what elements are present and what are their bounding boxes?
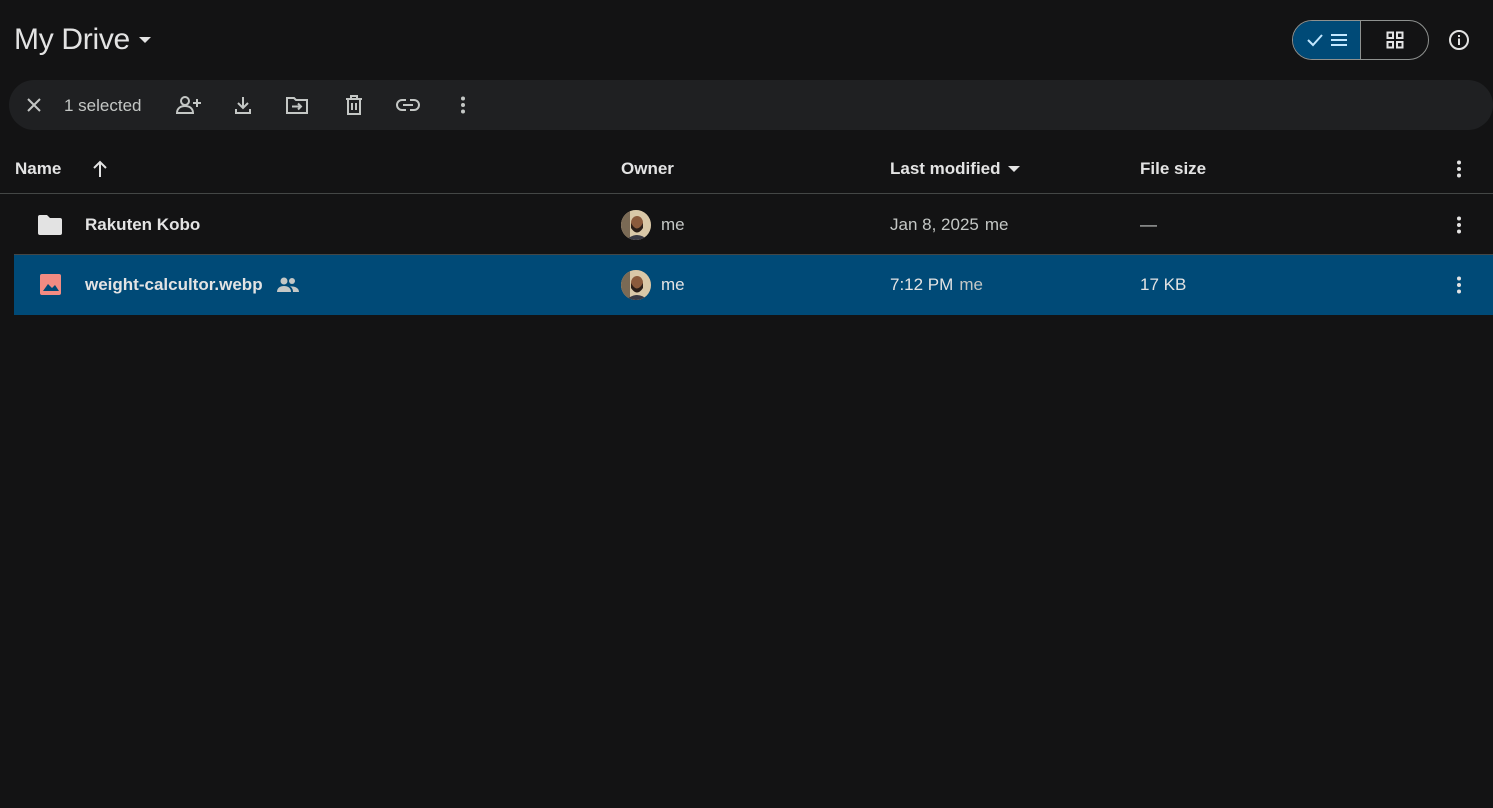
copy-link-button[interactable] xyxy=(392,89,424,121)
check-icon xyxy=(1306,34,1323,47)
sort-direction-button[interactable] xyxy=(86,155,114,183)
avatar xyxy=(621,270,651,300)
column-owner[interactable]: Owner xyxy=(621,159,674,179)
arrow-drop-down-icon xyxy=(138,37,151,43)
row-more-actions-button[interactable] xyxy=(1445,271,1473,299)
image-icon xyxy=(40,274,61,295)
file-name: Rakuten Kobo xyxy=(85,215,201,234)
share-button[interactable] xyxy=(173,89,205,121)
trash-icon xyxy=(346,95,362,115)
grid-view-button[interactable] xyxy=(1361,21,1428,59)
last-modified: Jan 8, 2025 me xyxy=(890,215,1008,235)
table-row[interactable]: Rakuten Kobo me Jan 8, 2025 me — xyxy=(14,195,1493,255)
list-view-icon xyxy=(1330,34,1347,46)
file-name: weight-calcultor.webp xyxy=(85,275,263,294)
owner-name: me xyxy=(661,215,685,234)
more-vert-icon xyxy=(461,96,465,114)
owner-name: me xyxy=(661,275,685,294)
avatar xyxy=(621,210,651,240)
last-modified: 7:12 PM me xyxy=(890,275,983,295)
column-options-button[interactable] xyxy=(1445,155,1473,183)
more-actions-button[interactable] xyxy=(447,89,479,121)
shared-people-icon xyxy=(277,277,299,292)
file-size: 17 KB xyxy=(1140,275,1187,294)
modified-by: me xyxy=(959,275,983,294)
modified-date: 7:12 PM xyxy=(890,275,954,294)
table-row[interactable]: weight-calcultor.webp me 7:12 PM me 17 KB xyxy=(14,255,1493,315)
move-button[interactable] xyxy=(281,89,313,121)
clear-selection-button[interactable] xyxy=(18,89,50,121)
arrow-up-icon xyxy=(93,160,107,177)
page-title: My Drive xyxy=(14,23,130,56)
more-vert-icon xyxy=(1457,276,1461,294)
last-modified-dropdown[interactable] xyxy=(1000,155,1028,183)
selection-count: 1 selected xyxy=(64,96,142,115)
modified-by: me xyxy=(984,215,1009,234)
folder-icon xyxy=(38,215,62,235)
move-to-folder-icon xyxy=(286,97,308,114)
person-add-icon xyxy=(176,96,201,114)
list-view-button[interactable] xyxy=(1293,21,1361,59)
selection-toolbar: 1 selected xyxy=(9,80,1493,130)
my-drive-dropdown[interactable]: My Drive xyxy=(14,20,152,60)
modified-date: Jan 8, 2025 xyxy=(890,215,979,234)
download-button[interactable] xyxy=(227,89,259,121)
top-bar: My Drive xyxy=(0,0,1493,80)
info-button[interactable] xyxy=(1441,22,1477,58)
more-vert-icon xyxy=(1457,160,1461,178)
file-size: — xyxy=(1140,215,1157,234)
column-file-size[interactable]: File size xyxy=(1140,159,1206,179)
link-icon xyxy=(396,99,420,111)
grid-view-icon xyxy=(1386,31,1403,49)
table-header: Name Owner Last modified File size xyxy=(0,145,1493,194)
info-icon xyxy=(1449,30,1469,50)
more-vert-icon xyxy=(1457,216,1461,234)
arrow-drop-down-icon xyxy=(1008,165,1020,172)
column-name[interactable]: Name xyxy=(15,159,61,179)
column-last-modified[interactable]: Last modified xyxy=(890,159,1001,179)
download-icon xyxy=(235,97,251,114)
close-icon xyxy=(27,98,41,112)
trash-button[interactable] xyxy=(338,89,370,121)
view-toggle xyxy=(1292,20,1429,60)
row-more-actions-button[interactable] xyxy=(1445,211,1473,239)
